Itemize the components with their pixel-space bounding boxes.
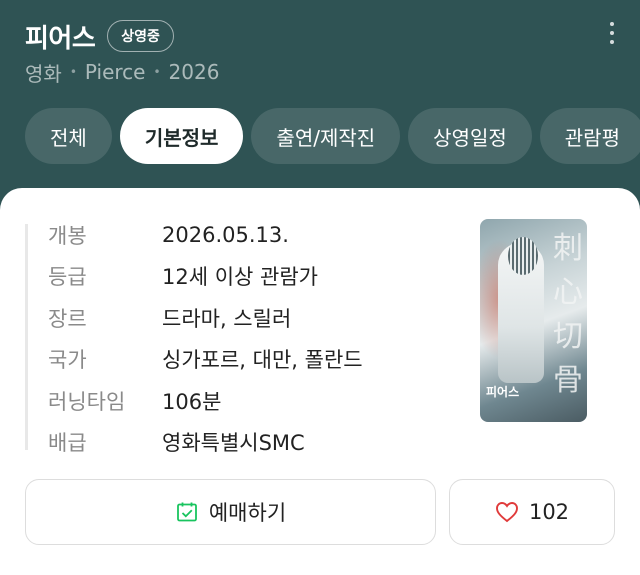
separator-dot: • [153, 65, 161, 79]
reserve-label: 예매하기 [208, 501, 287, 525]
info-row-country: 국가 싱가포르, 대만, 폴란드 [48, 339, 363, 381]
poster-title: 피어스 [486, 385, 520, 399]
info-label: 배급 [48, 431, 87, 456]
movie-poster[interactable]: 刺心切骨 피어스 [480, 219, 587, 422]
poster-calligraphy: 刺心切骨 [553, 231, 583, 398]
poster-fencing-mask [508, 237, 538, 275]
info-value: 12세 이상 관람가 [162, 265, 318, 290]
movie-english-title: Pierce [84, 60, 146, 84]
info-list: 개봉 2026.05.13. 등급 12세 이상 관람가 장르 드라마, 스릴러… [48, 214, 363, 463]
calendar-check-icon [175, 500, 199, 524]
info-row-runtime: 러닝타임 106분 [48, 380, 363, 422]
like-button[interactable]: 102 [449, 479, 615, 545]
info-value: 2026.05.13. [162, 222, 289, 247]
tab-showtimes[interactable]: 상영일정 [408, 108, 532, 164]
movie-genre: 영화 [25, 61, 62, 86]
info-value: 드라마, 스릴러 [162, 306, 292, 331]
tab-all[interactable]: 전체 [25, 108, 112, 164]
info-label: 러닝타임 [48, 389, 126, 414]
info-value: 싱가포르, 대만, 폴란드 [162, 348, 363, 373]
info-label: 국가 [48, 348, 87, 373]
status-badge: 상영중 [107, 20, 174, 52]
tab-basic-info[interactable]: 기본정보 [119, 108, 244, 164]
info-value: 영화특별시SMC [162, 431, 305, 456]
separator-dot: • [69, 65, 77, 79]
info-row-genre: 장르 드라마, 스릴러 [48, 297, 363, 339]
more-vertical-icon[interactable] [600, 20, 624, 46]
info-divider [25, 224, 28, 450]
reserve-button[interactable]: 예매하기 [25, 479, 436, 545]
like-count: 102 [528, 500, 570, 524]
info-label: 장르 [48, 306, 87, 331]
info-row-distributor: 배급 영화특별시SMC [48, 422, 363, 464]
movie-subtitle: 영화 • Pierce • 2026 [25, 58, 219, 86]
title-row: 피어스 상영중 [25, 16, 174, 56]
info-row-release: 개봉 2026.05.13. [48, 214, 363, 256]
info-value: 106분 [162, 389, 222, 414]
heart-icon [495, 501, 519, 523]
tab-reviews[interactable]: 관람평 [539, 108, 640, 164]
movie-title: 피어스 [25, 23, 96, 54]
movie-header: 피어스 상영중 영화 • Pierce • 2026 전체 기본정보 출연/제작… [0, 0, 640, 215]
basic-info-card: 개봉 2026.05.13. 등급 12세 이상 관람가 장르 드라마, 스릴러… [0, 188, 640, 575]
info-row-rating: 등급 12세 이상 관람가 [48, 256, 363, 298]
movie-year: 2026 [168, 60, 220, 84]
tab-cast-crew[interactable]: 출연/제작진 [251, 108, 401, 164]
info-label: 등급 [48, 265, 87, 290]
tab-bar: 전체 기본정보 출연/제작진 상영일정 관람평 [25, 108, 640, 164]
info-label: 개봉 [48, 223, 87, 248]
